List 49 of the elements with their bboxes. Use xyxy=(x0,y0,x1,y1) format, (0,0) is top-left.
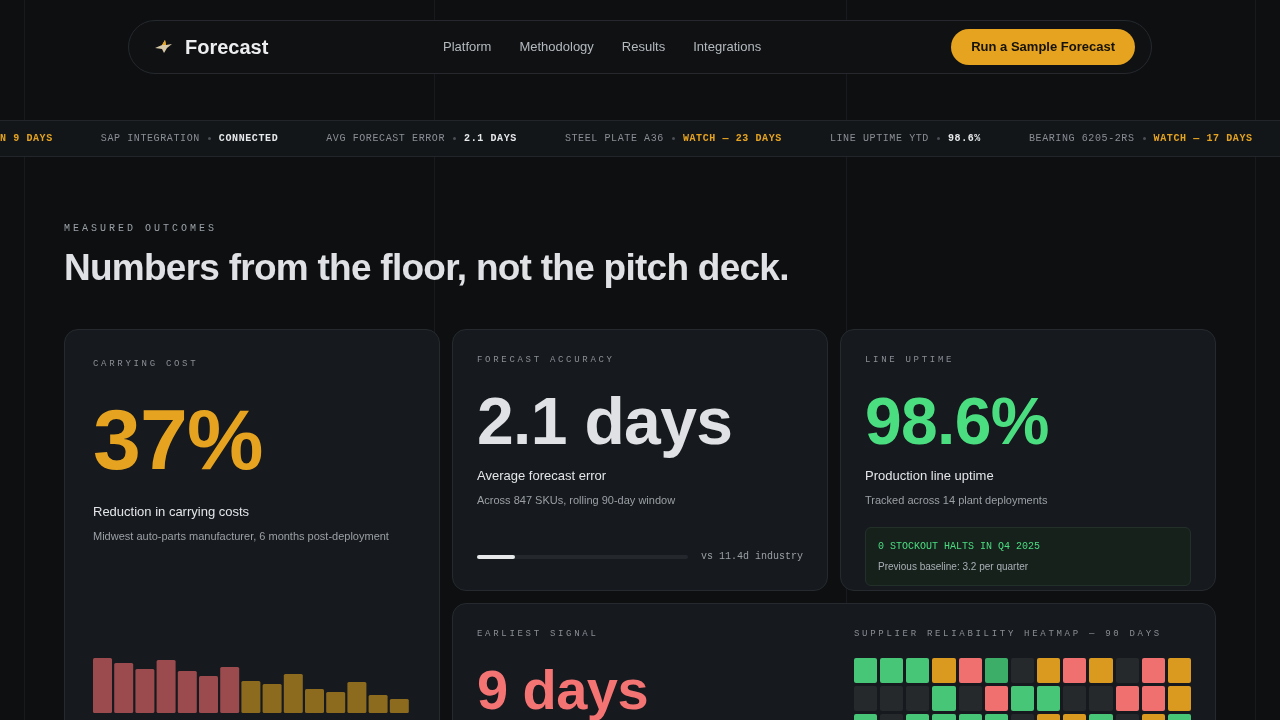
ticker-value: 2.1 DAYS xyxy=(464,132,517,146)
ticker-label: BEARING 6205-2RS xyxy=(1028,132,1135,146)
ticker-value: 98.6% xyxy=(947,132,981,146)
bar xyxy=(262,683,282,713)
ticker-value: WATCH — 23 DAYS xyxy=(682,132,782,146)
ticker-value: WATCH — 17 DAYS xyxy=(1153,132,1253,146)
metric-title: Reduction in carrying costs xyxy=(93,502,251,521)
metric-value: 98.6% xyxy=(865,387,1050,454)
card-label: FORECAST ACCURACY xyxy=(477,354,616,367)
metric-title: Production line uptime xyxy=(865,466,995,485)
bar xyxy=(283,673,303,713)
nav-link[interactable]: Results xyxy=(621,37,666,57)
ticker-label: STEEL PLATE A36 xyxy=(564,132,664,146)
bar xyxy=(114,662,134,713)
bar xyxy=(241,680,261,713)
metric-note: Across 847 SKUs, rolling 90-day window xyxy=(477,493,677,508)
metric-value: 9 days xyxy=(477,661,649,718)
metric-value: 37% xyxy=(93,395,264,482)
bar xyxy=(305,688,324,713)
section-eyebrow: MEASURED OUTCOMES xyxy=(64,222,219,236)
comparison-text: vs 11.4d industry xyxy=(700,550,803,564)
bar xyxy=(135,668,155,713)
ticker-label: SAP INTEGRATION xyxy=(100,132,200,146)
bar xyxy=(220,666,240,713)
nav-link[interactable]: Platform xyxy=(443,37,492,57)
section-heading: Numbers from the floor, not the pitch deck. xyxy=(64,246,790,290)
bar xyxy=(199,675,218,713)
nav-link[interactable]: Integrations xyxy=(693,37,762,57)
bar xyxy=(389,698,409,713)
bar xyxy=(177,670,197,713)
ticker-label: LINE UPTIME YTD xyxy=(829,132,929,146)
brand-name[interactable]: Forecast xyxy=(185,32,269,62)
metric-note: Midwest auto-parts manufacturer, 6 months post-deployment xyxy=(93,529,390,544)
callout-title: 0 STOCKOUT HALTS IN Q4 2025 xyxy=(878,539,1042,554)
ticker-value: CONNECTED xyxy=(218,132,279,146)
nav-link[interactable]: Methodology xyxy=(519,37,594,57)
card-label: CARRYING COST xyxy=(93,358,200,371)
ticker-label: AVG FORECAST ERROR xyxy=(326,132,446,146)
ticker-value: N 9 DAYS xyxy=(0,132,53,146)
card-label: LINE UPTIME xyxy=(865,354,956,367)
bar xyxy=(93,657,112,713)
card-label: SUPPLIER RELIABILITY HEATMAP — 90 DAYS xyxy=(854,628,1163,641)
card-label: EARLIEST SIGNAL xyxy=(477,628,600,641)
callout-note: Previous baseline: 3.2 per quarter xyxy=(878,559,1030,574)
bar xyxy=(156,659,176,713)
bird-icon xyxy=(153,39,173,55)
cta-button[interactable]: Run a Sample Forecast xyxy=(951,29,1135,65)
metric-note: Tracked across 14 plant deployments xyxy=(865,493,1049,508)
metric-title: Average forecast error xyxy=(477,466,608,485)
